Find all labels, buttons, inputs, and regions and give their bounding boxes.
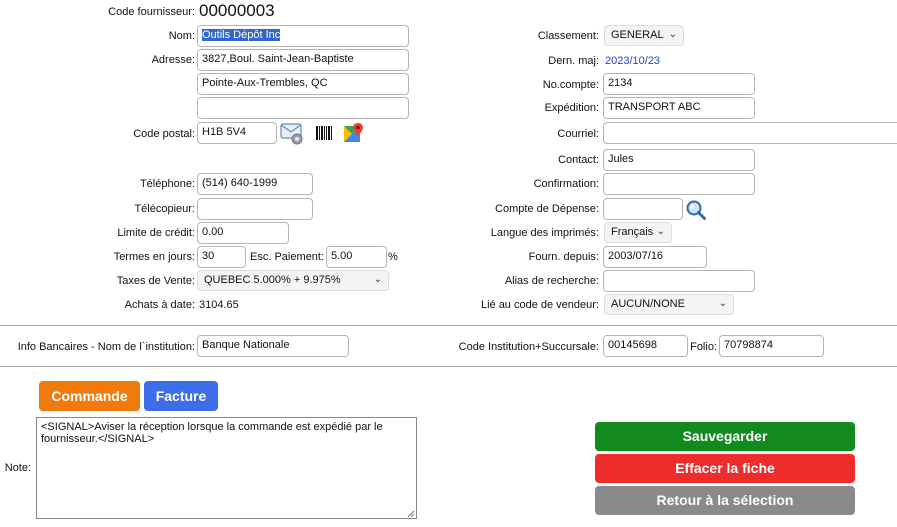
vendor-code-select-value: AUCUN/NONE bbox=[611, 298, 685, 310]
barcode-icon[interactable] bbox=[315, 124, 333, 142]
classification-select[interactable]: GENERAL ⌄ bbox=[604, 25, 684, 46]
save-button[interactable]: Sauvegarder bbox=[595, 422, 855, 451]
chevron-down-icon: ⌄ bbox=[668, 29, 677, 40]
contact-input[interactable]: Jules bbox=[603, 149, 755, 171]
tax-select-value: QUEBEC 5.000% + 9.975% bbox=[204, 274, 341, 286]
postal-label: Code postal: bbox=[133, 128, 195, 140]
discount-label: Esc. Paiement: bbox=[250, 251, 324, 263]
chevron-down-icon: ⌄ bbox=[718, 298, 727, 309]
last-update-label: Dern. maj: bbox=[548, 55, 599, 67]
supplier-code-value: 00000003 bbox=[199, 1, 275, 20]
resize-handle-icon[interactable] bbox=[407, 509, 415, 518]
shipping-input[interactable]: TRANSPORT ABC bbox=[603, 97, 755, 119]
expense-account-label: Compte de Dépense: bbox=[495, 203, 599, 215]
print-language-select[interactable]: Français ⌄ bbox=[604, 222, 672, 243]
bank-transit-input[interactable]: 00145698 bbox=[603, 335, 688, 357]
invoice-button[interactable]: Facture bbox=[144, 381, 218, 411]
terms-label: Termes en jours: bbox=[113, 251, 195, 263]
tax-select[interactable]: QUEBEC 5.000% + 9.975% ⌄ bbox=[197, 270, 389, 291]
email-icon[interactable] bbox=[280, 121, 304, 145]
contact-label: Contact: bbox=[558, 154, 599, 166]
purchases-value: 3104.65 bbox=[199, 299, 239, 311]
discount-input[interactable]: 5.00 bbox=[326, 246, 387, 268]
address-line1-input[interactable]: 3827,Boul. Saint-Jean-Baptiste bbox=[197, 49, 409, 71]
last-update-value: 2023/10/23 bbox=[605, 55, 661, 67]
phone-label: Téléphone: bbox=[139, 178, 195, 190]
print-language-select-value: Français bbox=[611, 226, 654, 238]
order-button[interactable]: Commande bbox=[39, 381, 140, 411]
note-label: Note: bbox=[4, 462, 31, 474]
address-line2-input[interactable]: Pointe-Aux-Trembles, QC bbox=[197, 73, 409, 95]
fax-input[interactable] bbox=[197, 198, 313, 220]
confirmation-label: Confirmation: bbox=[533, 178, 599, 190]
phone-input[interactable]: (514) 640-1999 bbox=[197, 173, 313, 195]
credit-limit-label: Limite de crédit: bbox=[117, 227, 195, 239]
classification-label: Classement: bbox=[537, 30, 599, 42]
divider-top bbox=[0, 325, 897, 326]
search-alias-input[interactable] bbox=[603, 270, 755, 292]
search-alias-label: Alias de recherche: bbox=[504, 275, 599, 287]
bank-institution-label: Info Bancaires - Nom de l`institution: bbox=[17, 341, 195, 353]
account-number-input[interactable]: 2134 bbox=[603, 73, 755, 95]
confirmation-input[interactable] bbox=[603, 173, 755, 195]
search-icon[interactable] bbox=[685, 199, 707, 221]
account-number-label: No.compte: bbox=[542, 79, 599, 91]
tax-label: Taxes de Vente: bbox=[116, 275, 195, 287]
divider-bottom bbox=[0, 366, 897, 367]
name-label: Nom: bbox=[168, 30, 195, 42]
fax-label: Télécopieur: bbox=[134, 203, 195, 215]
map-icon[interactable] bbox=[343, 122, 365, 144]
terms-input[interactable]: 30 bbox=[197, 246, 246, 268]
chevron-down-icon: ⌄ bbox=[656, 226, 665, 237]
classification-select-value: GENERAL bbox=[611, 29, 664, 41]
supplier-since-label: Fourn. depuis: bbox=[528, 251, 599, 263]
shipping-label: Expédition: bbox=[544, 102, 599, 114]
postal-input[interactable]: H1B 5V4 bbox=[197, 122, 277, 144]
bank-transit-label: Code Institution+Succursale: bbox=[458, 341, 599, 353]
bank-institution-input[interactable]: Banque Nationale bbox=[197, 335, 349, 357]
print-language-label: Langue des imprimés: bbox=[490, 227, 599, 239]
note-text: <SIGNAL>Aviser la réception lorsque la c… bbox=[41, 421, 383, 445]
vendor-code-label: Lié au code de vendeur: bbox=[480, 299, 599, 311]
supplier-code-label: Code fournisseur: bbox=[108, 6, 195, 18]
email-input[interactable] bbox=[603, 122, 897, 144]
name-input-selection: Outils Dépôt Inc bbox=[202, 29, 281, 41]
purchases-label: Achats à date: bbox=[124, 299, 195, 311]
address-label: Adresse: bbox=[151, 54, 195, 66]
vendor-code-select[interactable]: AUCUN/NONE ⌄ bbox=[604, 294, 734, 315]
note-textarea[interactable]: <SIGNAL>Aviser la réception lorsque la c… bbox=[36, 417, 417, 519]
email-label: Courriel: bbox=[557, 128, 599, 140]
name-input[interactable]: Outils Dépôt Inc bbox=[197, 25, 409, 47]
back-to-selection-button[interactable]: Retour à la sélection bbox=[595, 486, 855, 515]
bank-folio-input[interactable]: 70798874 bbox=[719, 335, 824, 357]
chevron-down-icon: ⌄ bbox=[373, 274, 382, 285]
supplier-since-input[interactable]: 2003/07/16 bbox=[603, 246, 707, 268]
discount-unit: % bbox=[388, 251, 398, 263]
credit-limit-input[interactable]: 0.00 bbox=[197, 222, 289, 244]
address-line3-input[interactable] bbox=[197, 97, 409, 119]
delete-button[interactable]: Effacer la fiche bbox=[595, 454, 855, 483]
bank-folio-label: Folio: bbox=[690, 341, 717, 353]
expense-account-input[interactable] bbox=[603, 198, 683, 220]
